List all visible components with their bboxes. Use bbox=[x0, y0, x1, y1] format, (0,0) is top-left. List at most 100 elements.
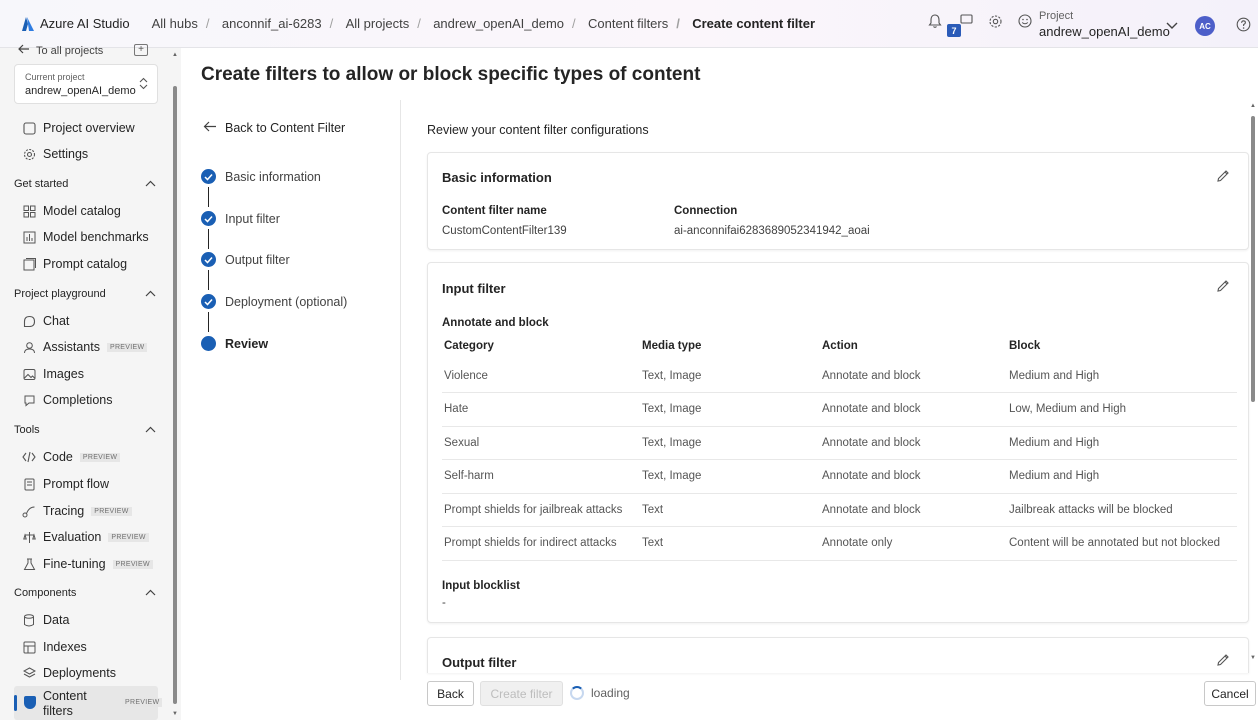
sidebar-scroll-up-icon[interactable]: ▲ bbox=[172, 52, 178, 58]
step-deployment[interactable]: Deployment (optional) bbox=[201, 294, 347, 309]
page-title: Create filters to allow or block specifi… bbox=[201, 64, 701, 85]
cell-block: Content will be annotated but not blocke… bbox=[1007, 526, 1237, 561]
nav-tracing[interactable]: Tracing PREVIEW bbox=[22, 501, 132, 521]
nav-completions[interactable]: Completions bbox=[22, 390, 112, 410]
nav-model-catalog[interactable]: Model catalog bbox=[22, 201, 121, 221]
input-blocklist-label: Input blocklist bbox=[442, 580, 520, 592]
index-icon bbox=[22, 640, 36, 654]
section-project-playground[interactable]: Project playground bbox=[14, 286, 156, 302]
back-to-projects-link[interactable]: To all projects bbox=[18, 44, 103, 57]
table-row: Violence Text, Image Annotate and block … bbox=[442, 359, 1237, 393]
nav-evaluation[interactable]: Evaluation PREVIEW bbox=[22, 527, 149, 547]
breadcrumb-project[interactable]: andrew_openAI_demo bbox=[417, 16, 576, 31]
back-button[interactable]: Back bbox=[427, 681, 474, 706]
section-tools[interactable]: Tools bbox=[14, 422, 156, 438]
smiley-icon[interactable] bbox=[1016, 12, 1034, 30]
step-input-filter[interactable]: Input filter bbox=[201, 211, 280, 226]
step-review[interactable]: Review bbox=[201, 336, 268, 351]
checkmark-icon bbox=[201, 169, 216, 184]
overview-icon bbox=[22, 121, 36, 135]
nav-label: Content filters bbox=[43, 689, 87, 718]
current-project-selector[interactable]: Current project andrew_openAI_demo bbox=[14, 64, 158, 104]
breadcrumb-content-filters[interactable]: Content filters bbox=[572, 16, 680, 31]
step-output-filter[interactable]: Output filter bbox=[201, 252, 290, 267]
project-selector-value: andrew_openAI_demo bbox=[1039, 24, 1170, 39]
current-step-dot-icon bbox=[201, 336, 216, 351]
sidebar-scroll-down-icon[interactable]: ▼ bbox=[172, 711, 178, 717]
content-scroll-up-icon[interactable]: ▲ bbox=[1250, 103, 1256, 109]
create-filter-button[interactable]: Create filter bbox=[480, 681, 563, 706]
project-selector[interactable]: Project andrew_openAI_demo bbox=[1039, 10, 1170, 39]
step-label: Input filter bbox=[225, 211, 280, 226]
project-selector-label: Project bbox=[1039, 10, 1074, 22]
nav-label: Model catalog bbox=[43, 204, 121, 218]
nav-code[interactable]: Code PREVIEW bbox=[22, 447, 121, 467]
filter-name-label: Content filter name bbox=[442, 205, 547, 217]
chevron-up-icon bbox=[145, 587, 156, 599]
arrow-left-icon bbox=[18, 44, 30, 57]
breadcrumb-all-projects[interactable]: All projects bbox=[330, 16, 422, 31]
content-scroll-down-icon[interactable]: ▼ bbox=[1250, 655, 1256, 661]
cell-block: Medium and High bbox=[1007, 426, 1237, 460]
chevron-down-icon[interactable] bbox=[1166, 18, 1178, 33]
prompt-catalog-icon bbox=[22, 257, 36, 271]
content-scrollbar[interactable] bbox=[1251, 116, 1255, 402]
help-icon[interactable] bbox=[1236, 17, 1251, 35]
nav-prompt-catalog[interactable]: Prompt catalog bbox=[22, 254, 127, 274]
bell-icon[interactable] bbox=[926, 12, 944, 30]
table-header-row: Category Media type Action Block bbox=[442, 333, 1237, 359]
cancel-button[interactable]: Cancel bbox=[1204, 681, 1256, 706]
azure-logo-icon bbox=[22, 16, 34, 31]
spinner-icon bbox=[570, 686, 584, 700]
edit-pencil-icon[interactable] bbox=[1216, 279, 1230, 296]
breadcrumb-all-hubs[interactable]: All hubs bbox=[140, 16, 210, 31]
edit-pencil-icon[interactable] bbox=[1216, 653, 1230, 670]
edit-pencil-icon[interactable] bbox=[1216, 169, 1230, 186]
nav-label: Deployments bbox=[43, 666, 116, 680]
nav-images[interactable]: Images bbox=[22, 364, 84, 384]
nav-settings[interactable]: Settings bbox=[22, 144, 88, 164]
nav-indexes[interactable]: Indexes bbox=[22, 637, 87, 657]
step-basic-information[interactable]: Basic information bbox=[201, 169, 321, 184]
chevron-up-icon bbox=[145, 178, 156, 190]
gear-icon[interactable] bbox=[986, 12, 1004, 30]
breadcrumb-hub[interactable]: anconnif_ai-6283 bbox=[206, 16, 334, 31]
nav-prompt-flow[interactable]: Prompt flow bbox=[22, 474, 109, 494]
nav-data[interactable]: Data bbox=[22, 610, 69, 630]
cell-block: Medium and High bbox=[1007, 459, 1237, 494]
completions-icon bbox=[22, 393, 36, 407]
cell-media-type: Text bbox=[640, 493, 820, 527]
nav-deployments[interactable]: Deployments bbox=[22, 663, 116, 683]
app-logo[interactable]: Azure AI Studio bbox=[22, 16, 130, 31]
current-project-label: Current project bbox=[25, 72, 85, 82]
avatar[interactable]: AC bbox=[1195, 16, 1215, 36]
section-components[interactable]: Components bbox=[14, 585, 156, 601]
review-heading: Review your content filter configuration… bbox=[427, 123, 649, 137]
nav-assistants[interactable]: Assistants PREVIEW bbox=[22, 337, 148, 357]
loading-label: loading bbox=[591, 686, 630, 700]
nav-model-benchmarks[interactable]: Model benchmarks bbox=[22, 227, 149, 247]
column-header: Block bbox=[1009, 340, 1041, 352]
back-to-content-filter-link[interactable]: Back to Content Filter bbox=[203, 121, 345, 135]
sidebar-scrollbar[interactable] bbox=[173, 86, 177, 704]
section-get-started[interactable]: Get started bbox=[14, 176, 156, 192]
step-label: Basic information bbox=[225, 169, 321, 184]
checkmark-icon bbox=[201, 211, 216, 226]
chat-icon bbox=[22, 314, 36, 328]
input-filter-card: Input filter Annotate and block Category… bbox=[427, 262, 1249, 623]
cell-block: Low, Medium and High bbox=[1007, 392, 1237, 427]
cell-media-type: Text, Image bbox=[640, 426, 820, 460]
nav-chat[interactable]: Chat bbox=[22, 311, 69, 331]
active-indicator bbox=[14, 695, 17, 711]
annotate-block-heading: Annotate and block bbox=[442, 317, 549, 329]
breadcrumb-current: Create content filter bbox=[676, 16, 827, 31]
cell-action: Annotate only bbox=[820, 526, 1007, 561]
section-label: Tools bbox=[14, 424, 40, 436]
nav-content-filters[interactable]: Content filters PREVIEW bbox=[14, 686, 163, 720]
nav-fine-tuning[interactable]: Fine-tuning PREVIEW bbox=[22, 554, 153, 574]
column-header: Category bbox=[444, 340, 494, 352]
gear-icon bbox=[22, 147, 36, 161]
collapse-sidebar-icon[interactable]: + bbox=[134, 44, 148, 56]
loading-indicator: loading bbox=[570, 686, 630, 700]
nav-project-overview[interactable]: Project overview bbox=[22, 118, 135, 138]
